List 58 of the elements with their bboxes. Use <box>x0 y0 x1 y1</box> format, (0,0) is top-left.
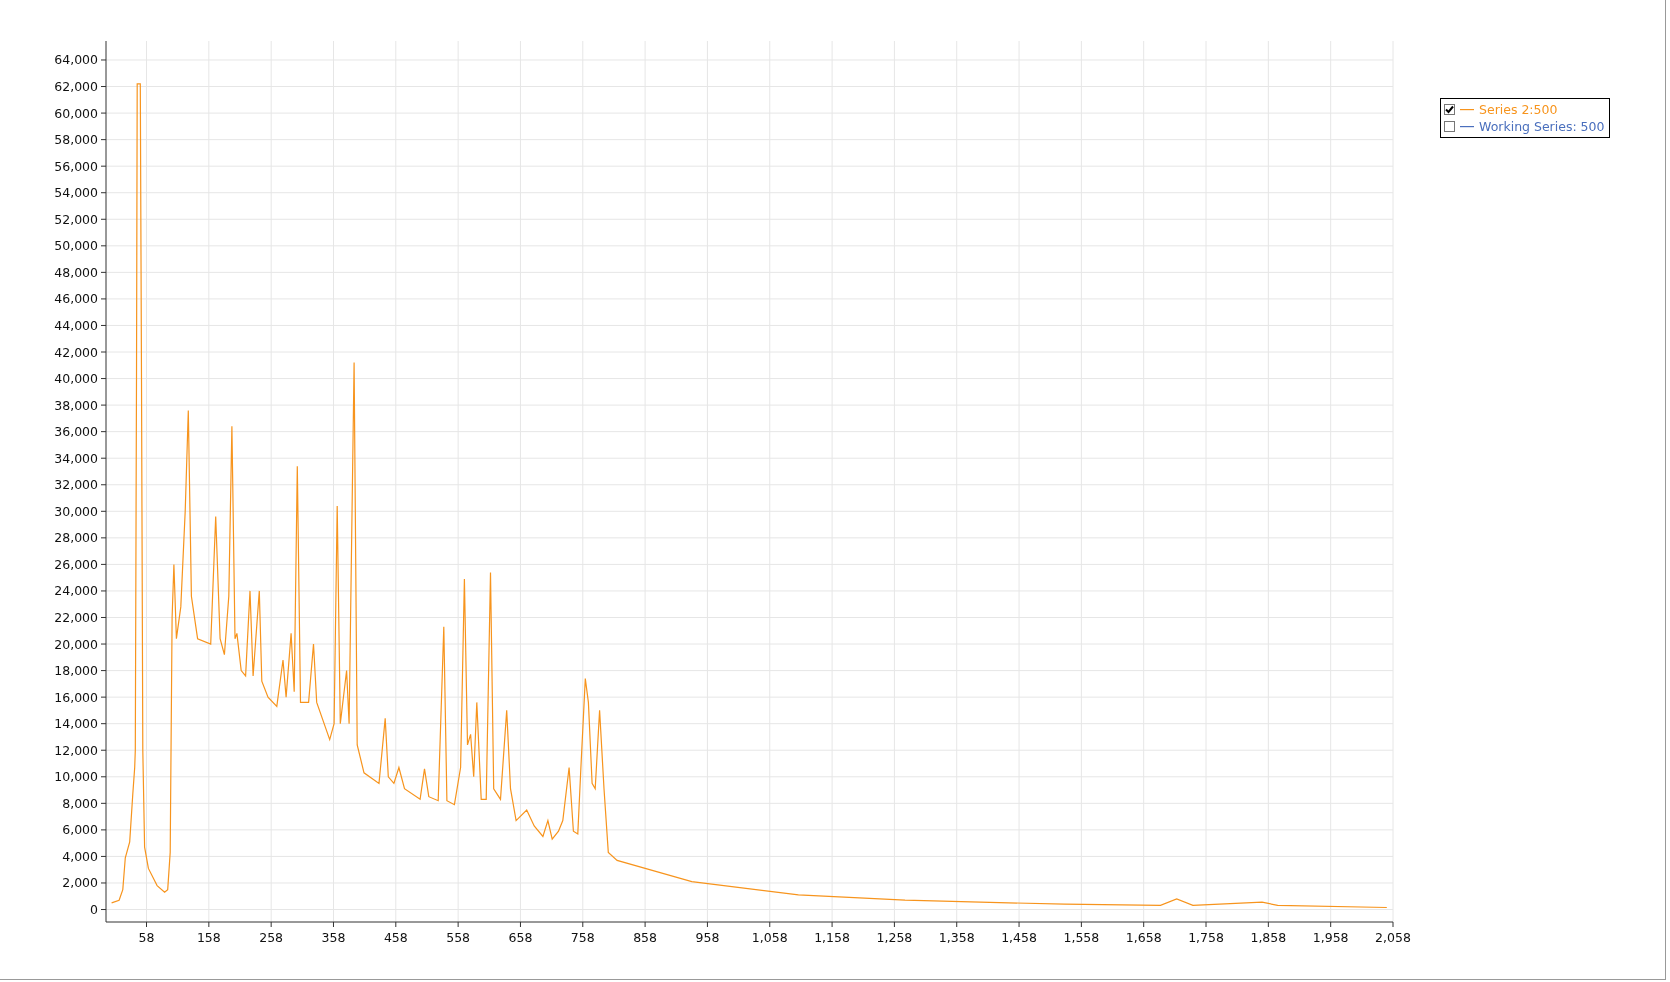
tick-label: 56,000 <box>54 158 98 174</box>
tick-label: 858 <box>633 930 658 945</box>
tick-label: 358 <box>321 930 346 945</box>
tick-label: 258 <box>259 930 284 945</box>
tick-label: 0 <box>90 902 98 917</box>
tick-label: 6,000 <box>62 822 98 838</box>
tick-label: 24,000 <box>54 583 98 599</box>
tick-label: 458 <box>383 930 408 945</box>
tick-label: 1,758 <box>1188 930 1224 945</box>
legend-label: Working Series: 500 <box>1479 119 1605 134</box>
tick-label: 30,000 <box>54 503 98 519</box>
tick-label: 8,000 <box>62 795 98 811</box>
tick-label: 52,000 <box>54 211 98 227</box>
tick-label: 1,058 <box>751 930 788 945</box>
tick-label: 62,000 <box>54 79 98 95</box>
tick-label: 26,000 <box>54 556 98 572</box>
tick-label: 42,000 <box>54 344 98 360</box>
tick-label: 1,358 <box>938 930 975 945</box>
tick-label: 1,258 <box>876 930 913 945</box>
tick-label: 28,000 <box>54 530 98 546</box>
tick-label: 38,000 <box>54 397 98 413</box>
tick-label: 10,000 <box>54 769 98 785</box>
tick-label: 22,000 <box>54 610 98 625</box>
tick-label: 54,000 <box>54 185 98 201</box>
tick-label: 20,000 <box>54 636 98 652</box>
tick-label: 60,000 <box>54 105 98 121</box>
tick-label: 4,000 <box>62 848 98 864</box>
tick-label: 1,458 <box>1001 930 1037 945</box>
tick-label: 44,000 <box>54 317 98 333</box>
tick-label: 1,558 <box>1063 930 1100 945</box>
legend-label: Series 2:500 <box>1479 102 1558 117</box>
tick-label: 558 <box>446 930 471 945</box>
tick-label: 48,000 <box>54 264 98 280</box>
tick-label: 958 <box>695 930 720 945</box>
tick-label: 58 <box>138 930 155 945</box>
tick-label: 34,000 <box>54 450 98 466</box>
tick-label: 1,958 <box>1312 930 1349 945</box>
tick-label: 12,000 <box>54 742 98 758</box>
tick-label: 40,000 <box>54 371 98 387</box>
tick-label: 158 <box>196 930 221 945</box>
tick-label: 758 <box>570 930 595 945</box>
checkbox[interactable] <box>1444 121 1455 132</box>
tick-label: 658 <box>508 930 533 945</box>
tick-label: 36,000 <box>54 424 98 440</box>
checkbox[interactable] <box>1444 104 1455 115</box>
tick-label: 18,000 <box>54 663 98 679</box>
tick-label: 32,000 <box>54 477 98 493</box>
tick-label: 2,058 <box>1375 930 1411 945</box>
tick-label: 1,158 <box>814 930 850 945</box>
tick-label: 1,658 <box>1125 930 1162 945</box>
tick-label: 2,000 <box>62 875 98 891</box>
tick-label: 16,000 <box>54 689 98 705</box>
tick-label: 58,000 <box>54 132 98 148</box>
tick-label: 50,000 <box>54 238 98 254</box>
tick-label: 64,000 <box>54 52 98 68</box>
tick-label: 1,858 <box>1250 930 1287 945</box>
tick-label: 14,000 <box>54 716 98 732</box>
tick-label: 46,000 <box>54 291 98 307</box>
